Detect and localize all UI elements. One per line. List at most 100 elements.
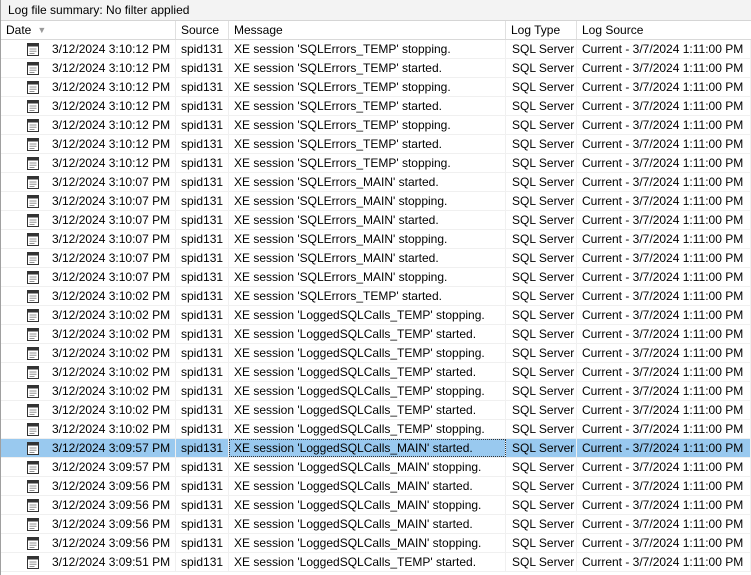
cell-log-source: Current - 3/7/2024 1:11:00 PM — [577, 363, 751, 381]
log-entry-icon — [27, 137, 41, 151]
table-row[interactable]: 3/12/2024 3:10:02 PM spid131 XE session 'L… — [1, 306, 751, 325]
cell-log-type: SQL Server — [506, 78, 577, 96]
cell-date-text: 3/12/2024 3:10:02 PM — [52, 403, 171, 417]
cell-message: XE session 'SQLErrors_TEMP' stopping. — [229, 116, 506, 134]
table-row[interactable]: 3/12/2024 3:10:07 PM spid131 XE session 'S… — [1, 192, 751, 211]
column-header-date[interactable]: Date ▼ — [1, 21, 176, 39]
table-row[interactable]: 3/12/2024 3:09:56 PM spid131 XE session 'L… — [1, 534, 751, 553]
cell-log-source: Current - 3/7/2024 1:11:00 PM — [577, 116, 751, 134]
table-row[interactable]: 3/12/2024 3:10:12 PM spid131 XE session 'S… — [1, 135, 751, 154]
log-entry-icon — [27, 213, 41, 227]
table-row[interactable]: 3/12/2024 3:09:56 PM spid131 XE session 'L… — [1, 515, 751, 534]
cell-log-source: Current - 3/7/2024 1:11:00 PM — [577, 249, 751, 267]
table-row[interactable]: 3/12/2024 3:10:02 PM spid131 XE session 'L… — [1, 363, 751, 382]
cell-log-source: Current - 3/7/2024 1:11:00 PM — [577, 211, 751, 229]
cell-log-source: Current - 3/7/2024 1:11:00 PM — [577, 515, 751, 533]
cell-date-text: 3/12/2024 3:10:02 PM — [52, 365, 171, 379]
cell-message: XE session 'SQLErrors_TEMP' stopping. — [229, 40, 506, 58]
cell-date-text: 3/12/2024 3:10:12 PM — [52, 61, 171, 75]
cell-date-text: 3/12/2024 3:09:56 PM — [52, 498, 171, 512]
cell-date: 3/12/2024 3:09:56 PM — [1, 496, 176, 514]
cell-date-text: 3/12/2024 3:10:12 PM — [52, 99, 171, 113]
table-row[interactable]: 3/12/2024 3:10:07 PM spid131 XE session 'S… — [1, 249, 751, 268]
cell-log-source: Current - 3/7/2024 1:11:00 PM — [577, 287, 751, 305]
cell-source: spid131 — [176, 249, 229, 267]
cell-source: spid131 — [176, 97, 229, 115]
cell-message: XE session 'SQLErrors_MAIN' stopping. — [229, 230, 506, 248]
grid-rows: 3/12/2024 3:10:12 PM spid131 XE session 'S… — [1, 40, 751, 572]
column-header-source[interactable]: Source — [176, 21, 229, 39]
table-row[interactable]: 3/12/2024 3:10:12 PM spid131 XE session 'S… — [1, 154, 751, 173]
table-row[interactable]: 3/12/2024 3:10:07 PM spid131 XE session 'S… — [1, 173, 751, 192]
cell-log-source: Current - 3/7/2024 1:11:00 PM — [577, 230, 751, 248]
cell-date: 3/12/2024 3:10:07 PM — [1, 192, 176, 210]
table-row[interactable]: 3/12/2024 3:10:02 PM spid131 XE session 'L… — [1, 420, 751, 439]
table-row[interactable]: 3/12/2024 3:09:57 PM spid131 XE session 'L… — [1, 458, 751, 477]
cell-date: 3/12/2024 3:10:02 PM — [1, 401, 176, 419]
cell-log-source: Current - 3/7/2024 1:11:00 PM — [577, 496, 751, 514]
log-entry-icon — [27, 61, 41, 75]
cell-message: XE session 'LoggedSQLCalls_MAIN' started… — [229, 477, 506, 495]
log-entry-icon — [27, 308, 41, 322]
cell-date: 3/12/2024 3:09:51 PM — [1, 553, 176, 571]
log-entry-icon — [27, 384, 41, 398]
table-row[interactable]: 3/12/2024 3:09:57 PM spid131 XE session 'L… — [1, 439, 751, 458]
cell-log-type: SQL Server — [506, 382, 577, 400]
cell-message: XE session 'LoggedSQLCalls_MAIN' started… — [229, 439, 506, 457]
table-row[interactable]: 3/12/2024 3:10:12 PM spid131 XE session 'S… — [1, 116, 751, 135]
cell-source: spid131 — [176, 439, 229, 457]
cell-date-text: 3/12/2024 3:10:02 PM — [52, 308, 171, 322]
log-grid[interactable]: Date ▼ Source Message Log Type Log Source… — [1, 21, 751, 572]
cell-source: spid131 — [176, 40, 229, 58]
table-row[interactable]: 3/12/2024 3:10:02 PM spid131 XE session 'S… — [1, 287, 751, 306]
column-header-message[interactable]: Message — [229, 21, 506, 39]
log-entry-icon — [27, 118, 41, 132]
column-header-log-source[interactable]: Log Source — [577, 21, 751, 39]
cell-message: XE session 'LoggedSQLCalls_TEMP' stoppin… — [229, 420, 506, 438]
table-row[interactable]: 3/12/2024 3:10:02 PM spid131 XE session 'L… — [1, 325, 751, 344]
cell-date: 3/12/2024 3:10:07 PM — [1, 268, 176, 286]
cell-log-type: SQL Server — [506, 363, 577, 381]
log-entry-icon — [27, 441, 41, 455]
table-row[interactable]: 3/12/2024 3:10:07 PM spid131 XE session 'S… — [1, 268, 751, 287]
cell-source: spid131 — [176, 306, 229, 324]
table-row[interactable]: 3/12/2024 3:10:02 PM spid131 XE session 'L… — [1, 344, 751, 363]
cell-log-type: SQL Server — [506, 325, 577, 343]
table-row[interactable]: 3/12/2024 3:10:02 PM spid131 XE session 'L… — [1, 382, 751, 401]
table-row[interactable]: 3/12/2024 3:10:02 PM spid131 XE session 'L… — [1, 401, 751, 420]
table-row[interactable]: 3/12/2024 3:10:12 PM spid131 XE session 'S… — [1, 59, 751, 78]
table-row[interactable]: 3/12/2024 3:10:12 PM spid131 XE session 'S… — [1, 40, 751, 59]
table-row[interactable]: 3/12/2024 3:10:12 PM spid131 XE session 'S… — [1, 97, 751, 116]
cell-source: spid131 — [176, 553, 229, 571]
cell-log-source: Current - 3/7/2024 1:11:00 PM — [577, 135, 751, 153]
cell-message: XE session 'LoggedSQLCalls_MAIN' started… — [229, 515, 506, 533]
table-row[interactable]: 3/12/2024 3:10:07 PM spid131 XE session 'S… — [1, 211, 751, 230]
cell-message: XE session 'LoggedSQLCalls_TEMP' started… — [229, 363, 506, 381]
cell-date-text: 3/12/2024 3:10:07 PM — [52, 232, 171, 246]
cell-source: spid131 — [176, 401, 229, 419]
cell-date: 3/12/2024 3:10:07 PM — [1, 249, 176, 267]
cell-source: spid131 — [176, 420, 229, 438]
cell-log-type: SQL Server — [506, 344, 577, 362]
log-entry-icon — [27, 156, 41, 170]
cell-message: XE session 'SQLErrors_TEMP' stopping. — [229, 154, 506, 172]
cell-date-text: 3/12/2024 3:10:12 PM — [52, 118, 171, 132]
cell-date: 3/12/2024 3:09:57 PM — [1, 439, 176, 457]
cell-date-text: 3/12/2024 3:09:56 PM — [52, 517, 171, 531]
table-row[interactable]: 3/12/2024 3:09:56 PM spid131 XE session 'L… — [1, 477, 751, 496]
cell-log-type: SQL Server — [506, 211, 577, 229]
cell-date-text: 3/12/2024 3:10:12 PM — [52, 156, 171, 170]
column-header-log-type[interactable]: Log Type — [506, 21, 577, 39]
cell-message: XE session 'LoggedSQLCalls_TEMP' stoppin… — [229, 344, 506, 362]
table-row[interactable]: 3/12/2024 3:09:51 PM spid131 XE session 'L… — [1, 553, 751, 572]
table-row[interactable]: 3/12/2024 3:09:56 PM spid131 XE session 'L… — [1, 496, 751, 515]
cell-log-source: Current - 3/7/2024 1:11:00 PM — [577, 268, 751, 286]
table-row[interactable]: 3/12/2024 3:10:12 PM spid131 XE session 'S… — [1, 78, 751, 97]
cell-log-source: Current - 3/7/2024 1:11:00 PM — [577, 534, 751, 552]
table-row[interactable]: 3/12/2024 3:10:07 PM spid131 XE session 'S… — [1, 230, 751, 249]
cell-source: spid131 — [176, 477, 229, 495]
cell-log-type: SQL Server — [506, 458, 577, 476]
cell-message: XE session 'LoggedSQLCalls_MAIN' stoppin… — [229, 534, 506, 552]
cell-message: XE session 'LoggedSQLCalls_TEMP' stoppin… — [229, 382, 506, 400]
cell-date-text: 3/12/2024 3:09:56 PM — [52, 536, 171, 550]
